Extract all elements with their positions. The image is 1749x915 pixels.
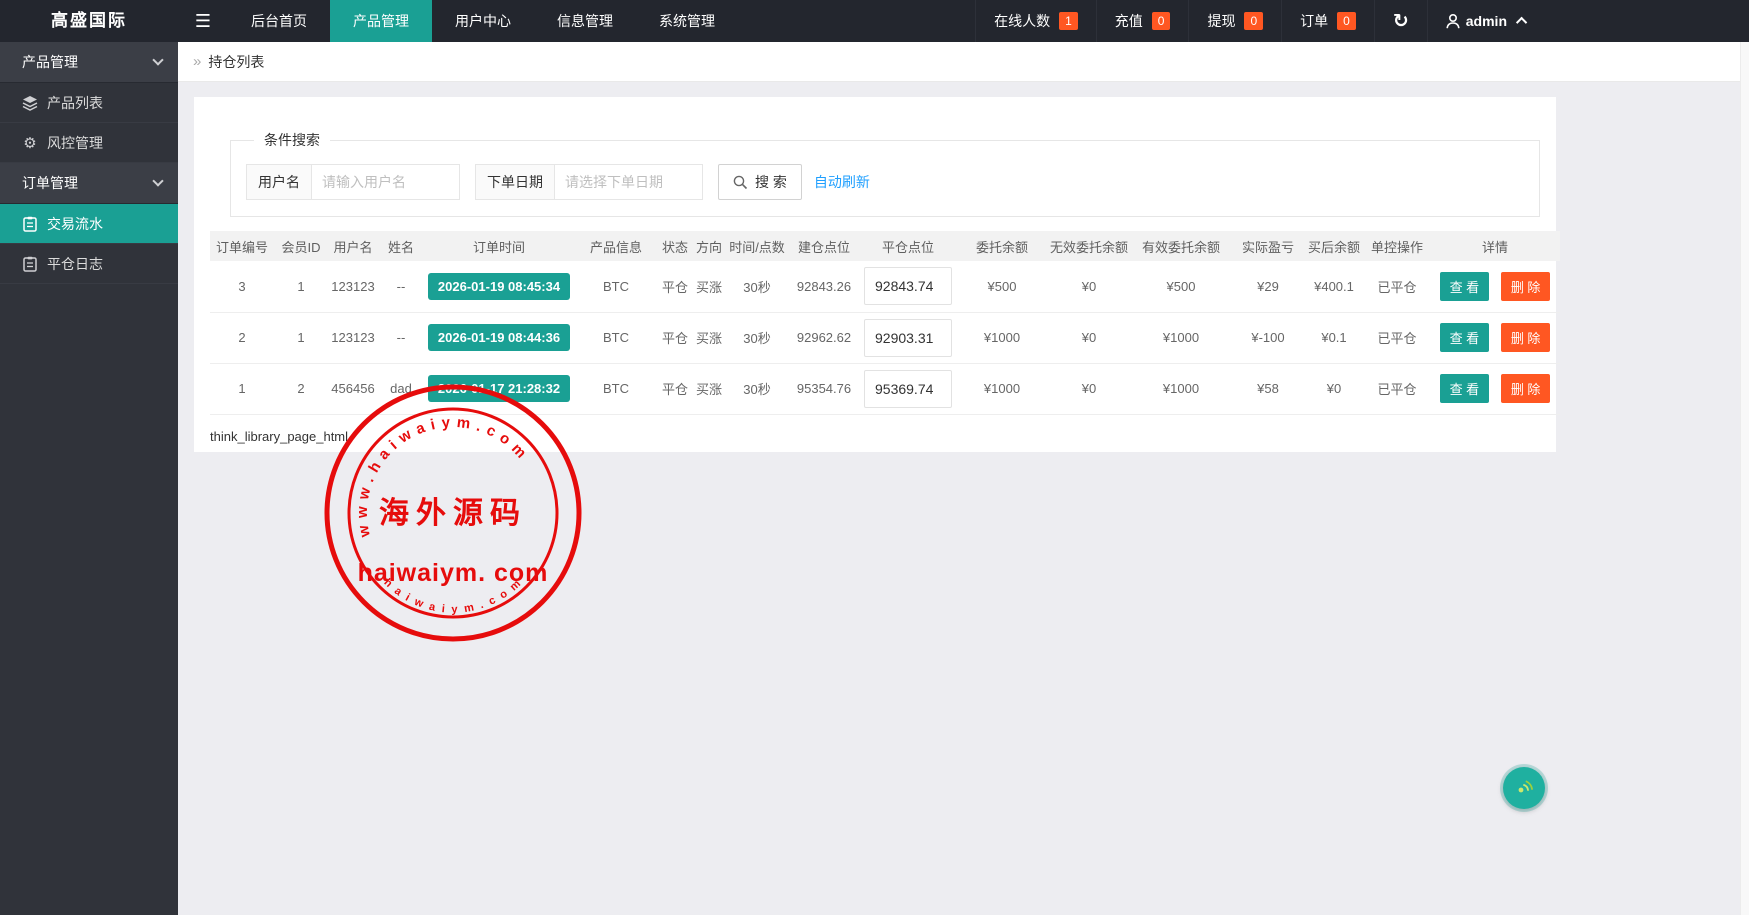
- order-date-input-label: 下单日期: [475, 164, 555, 200]
- delete-button[interactable]: 删 除: [1501, 374, 1551, 403]
- deposit-count-badge: 0: [1152, 12, 1171, 30]
- debug-note: think_library_page_html: [210, 429, 1540, 444]
- sidebar-group-products[interactable]: 产品管理: [0, 42, 178, 83]
- top-nav-products[interactable]: 产品管理: [330, 0, 432, 42]
- table-row: 3 1 123123 -- 2026-01-19 08:45:34 BTC 平仓…: [210, 261, 1560, 312]
- close-point-input[interactable]: [864, 267, 952, 305]
- top-nav-users[interactable]: 用户中心: [432, 0, 534, 42]
- breadcrumb: » 持仓列表: [178, 42, 1749, 82]
- clipboard-icon: [22, 216, 38, 232]
- stamp-bottom-text: h a i w a i y m . c o m: [381, 576, 524, 615]
- stat-orders[interactable]: 订单 0: [1281, 0, 1374, 42]
- search-icon: [733, 175, 748, 190]
- app-logo: 高盛国际: [0, 0, 178, 42]
- chevron-up-icon: [1516, 17, 1527, 28]
- search-panel: 条件搜索 用户名 下单日期 搜 索 自动刷新: [230, 130, 1540, 217]
- username-input-group: 用户名: [246, 164, 460, 200]
- withdrawal-count-badge: 0: [1244, 12, 1263, 30]
- order-time-badge: 2026-01-19 08:45:34: [428, 273, 570, 300]
- positions-table: 订单编号 会员ID 用户名 姓名 订单时间 产品信息 状态 方向 时间/点数 建…: [210, 231, 1560, 415]
- close-point-input[interactable]: [864, 370, 952, 408]
- delete-button[interactable]: 删 除: [1501, 272, 1551, 301]
- sidebar: 产品管理 产品列表 ⚙ 风控管理 订单管理 交易流水 平仓日志: [0, 42, 178, 915]
- layers-icon: [22, 95, 38, 111]
- svg-text:h a i w a i y m . c o m: h a i w a i y m . c o m: [381, 576, 524, 615]
- username-label: admin: [1466, 13, 1507, 29]
- sidebar-item-product-list[interactable]: 产品列表: [0, 83, 178, 123]
- user-icon: [1446, 14, 1460, 29]
- table-row: 2 1 123123 -- 2026-01-19 08:44:36 BTC 平仓…: [210, 312, 1560, 363]
- chevron-down-icon: [152, 54, 163, 65]
- content-card: 条件搜索 用户名 下单日期 搜 索 自动刷新: [194, 97, 1556, 452]
- gear-icon: ⚙: [22, 135, 38, 151]
- chevron-down-icon: [152, 175, 163, 186]
- auto-refresh-link[interactable]: 自动刷新: [814, 172, 870, 192]
- hamburger-menu-icon[interactable]: ☰: [178, 0, 228, 42]
- sidebar-group-orders[interactable]: 订单管理: [0, 163, 178, 204]
- sidebar-item-risk-management[interactable]: ⚙ 风控管理: [0, 123, 178, 163]
- order-date-input[interactable]: [555, 164, 703, 200]
- username-input-label: 用户名: [246, 164, 312, 200]
- order-time-badge: 2026-01-17 21:28:32: [428, 375, 570, 402]
- refresh-button[interactable]: ↻: [1374, 0, 1427, 42]
- stamp-center-chinese: 海外源码: [379, 497, 527, 530]
- stat-online-users[interactable]: 在线人数 1: [975, 0, 1096, 42]
- search-panel-legend: 条件搜索: [254, 130, 330, 150]
- top-bar: 高盛国际 ☰ 后台首页 产品管理 用户中心 信息管理 系统管理 在线人数 1 充…: [0, 0, 1749, 42]
- refresh-icon: ↻: [1393, 10, 1409, 33]
- breadcrumb-arrow: »: [193, 53, 201, 70]
- scrollbar-track[interactable]: [1740, 42, 1749, 915]
- view-button[interactable]: 查 看: [1440, 272, 1490, 301]
- table-row: 1 2 456456 dad 2026-01-17 21:28:32 BTC 平…: [210, 363, 1560, 414]
- clipboard-icon: [22, 256, 38, 272]
- top-nav-info[interactable]: 信息管理: [534, 0, 636, 42]
- user-menu[interactable]: admin: [1427, 0, 1545, 42]
- stamp-center-domain: haiwaiym. com: [358, 559, 549, 587]
- view-button[interactable]: 查 看: [1440, 374, 1490, 403]
- top-nav: 后台首页 产品管理 用户中心 信息管理 系统管理: [228, 0, 738, 42]
- voice-assistant-button[interactable]: [1503, 767, 1545, 809]
- page-title: 持仓列表: [208, 52, 264, 72]
- stat-deposits[interactable]: 充值 0: [1096, 0, 1189, 42]
- online-count-badge: 1: [1059, 12, 1078, 30]
- close-point-input[interactable]: [864, 319, 952, 357]
- stat-withdrawals[interactable]: 提现 0: [1188, 0, 1281, 42]
- top-nav-home[interactable]: 后台首页: [228, 0, 330, 42]
- sidebar-item-trade-flow[interactable]: 交易流水: [0, 204, 178, 244]
- delete-button[interactable]: 删 除: [1501, 323, 1551, 352]
- order-count-badge: 0: [1337, 12, 1356, 30]
- table-header-row: 订单编号 会员ID 用户名 姓名 订单时间 产品信息 状态 方向 时间/点数 建…: [210, 231, 1560, 261]
- search-button[interactable]: 搜 索: [718, 164, 802, 200]
- view-button[interactable]: 查 看: [1440, 323, 1490, 352]
- sidebar-item-close-log[interactable]: 平仓日志: [0, 244, 178, 284]
- order-date-input-group: 下单日期: [475, 164, 703, 200]
- top-nav-system[interactable]: 系统管理: [636, 0, 738, 42]
- username-input[interactable]: [312, 164, 460, 200]
- topbar-right: 在线人数 1 充值 0 提现 0 订单 0 ↻ admin: [975, 0, 1545, 42]
- sound-waves-icon: [1513, 777, 1535, 799]
- order-time-badge: 2026-01-19 08:44:36: [428, 324, 570, 351]
